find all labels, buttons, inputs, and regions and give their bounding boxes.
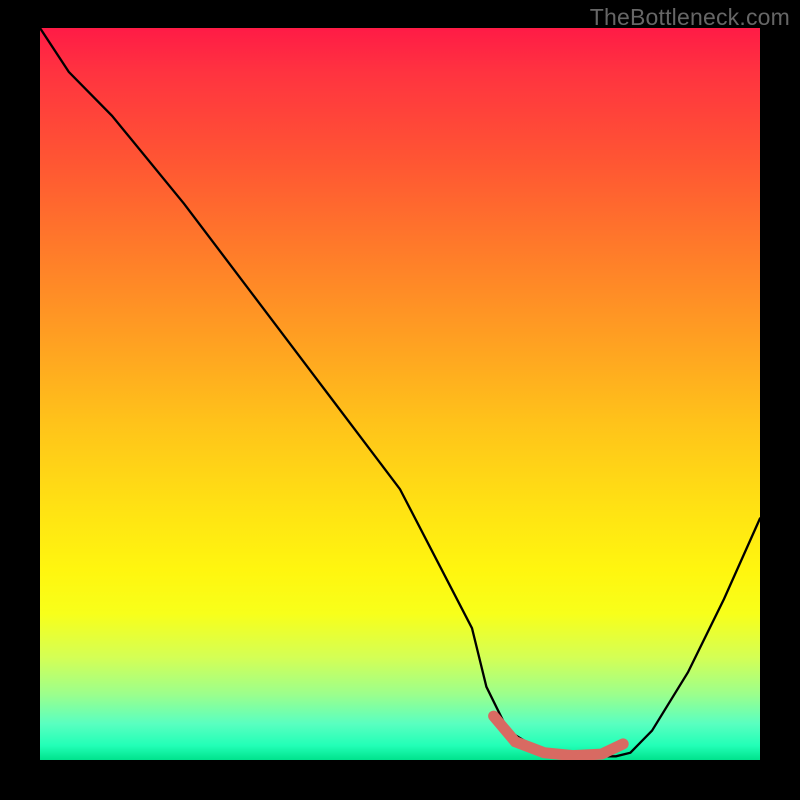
curve-overlay xyxy=(40,28,760,760)
chart-frame: TheBottleneck.com xyxy=(0,0,800,800)
highlight-segment xyxy=(494,716,624,756)
main-curve xyxy=(40,28,760,756)
watermark-text: TheBottleneck.com xyxy=(590,4,790,31)
plot-area xyxy=(40,28,760,760)
